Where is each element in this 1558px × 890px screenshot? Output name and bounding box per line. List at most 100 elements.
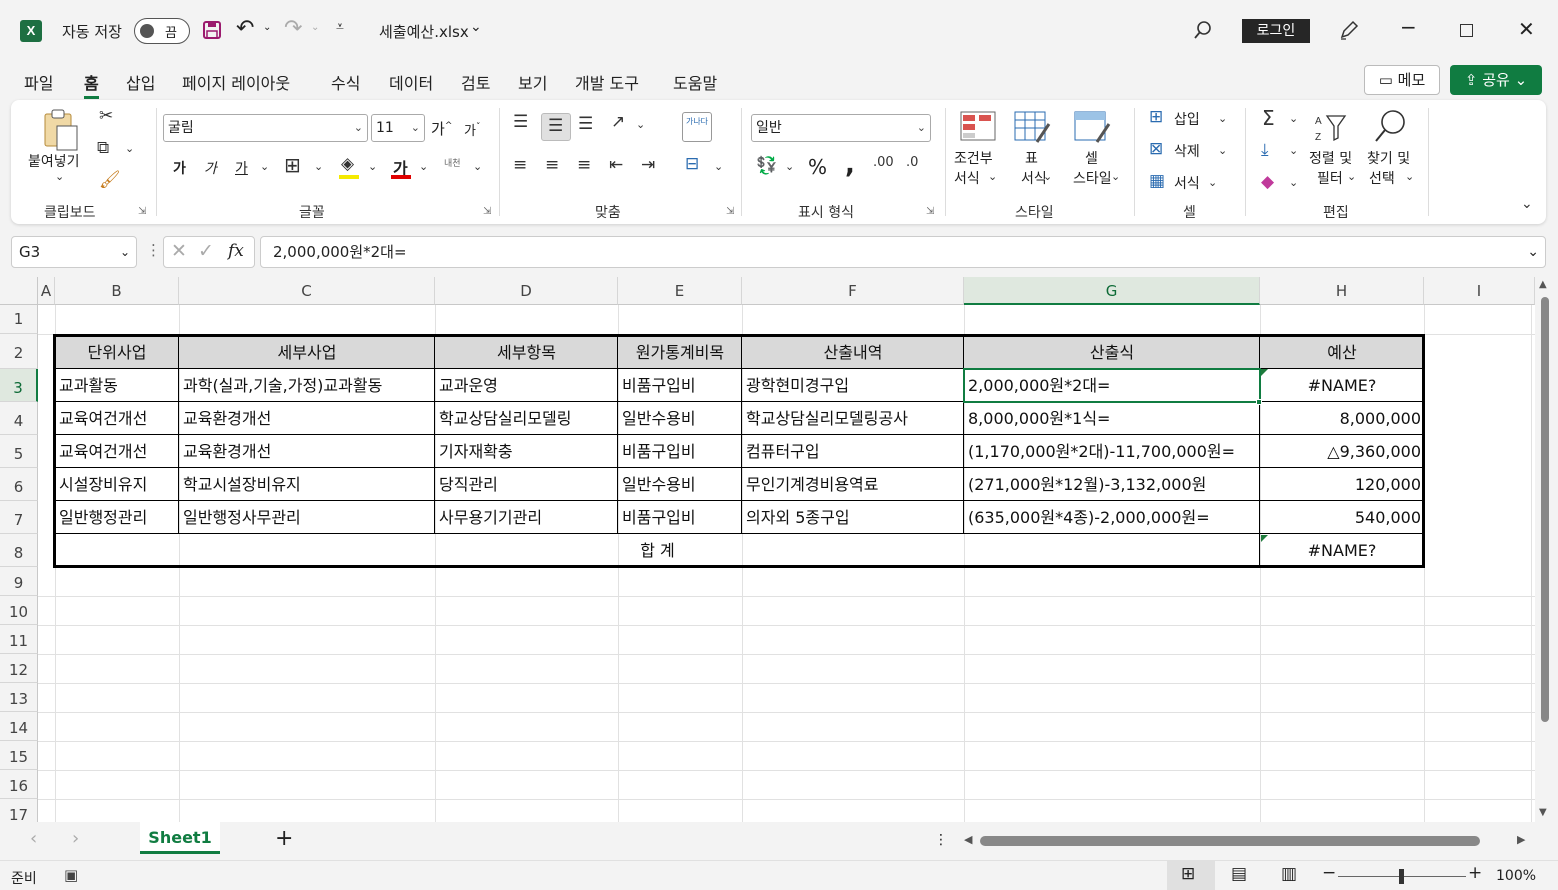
- font-color-dropdown-icon[interactable]: ⌄: [419, 160, 428, 173]
- table-cell[interactable]: 당직관리: [435, 468, 618, 501]
- conditional-formatting-icon[interactable]: [959, 110, 997, 144]
- header-cell-sub-item[interactable]: 세부항목: [435, 336, 618, 369]
- format-cells-label[interactable]: 서식: [1174, 173, 1200, 193]
- pen-icon[interactable]: [1338, 19, 1360, 41]
- clear-dropdown-icon[interactable]: ⌄: [1289, 176, 1298, 189]
- bottom-align-icon[interactable]: ☰: [578, 114, 593, 134]
- delete-dropdown-icon[interactable]: ⌄: [1218, 144, 1227, 157]
- horizontal-scrollbar[interactable]: ◀ ▶: [962, 832, 1532, 850]
- vertical-scroll-thumb[interactable]: [1541, 297, 1549, 722]
- row-header-2[interactable]: 2: [0, 334, 38, 369]
- confirm-entry-icon[interactable]: ✓: [198, 240, 214, 262]
- select-all-corner[interactable]: [0, 277, 38, 305]
- table-cell[interactable]: 학교시설장비유지: [179, 468, 435, 501]
- redo-dropdown-icon[interactable]: ⌄: [311, 22, 319, 33]
- phonetic-dropdown-icon[interactable]: ⌄: [473, 160, 482, 173]
- conditional-label-1[interactable]: 조건부: [954, 148, 993, 168]
- row-header-3[interactable]: 3: [0, 369, 38, 402]
- scroll-left-icon[interactable]: ◀: [964, 833, 972, 846]
- alignment-launcher-icon[interactable]: ⇲: [726, 206, 734, 217]
- autosave-toggle[interactable]: 끔: [134, 18, 190, 44]
- table-cell[interactable]: 기자재확충: [435, 435, 618, 468]
- add-sheet-button[interactable]: +: [275, 826, 293, 851]
- middle-align-button[interactable]: ☰: [541, 113, 571, 141]
- tab-review[interactable]: 검토: [461, 70, 490, 94]
- column-header-a[interactable]: A: [38, 277, 55, 305]
- cell-styles-label-1[interactable]: 셀: [1085, 148, 1098, 168]
- merge-center-icon[interactable]: ⊟: [685, 154, 699, 174]
- table-cell[interactable]: #NAME?: [1260, 369, 1424, 402]
- macro-record-icon[interactable]: ▣: [64, 866, 78, 884]
- header-cell-budget[interactable]: 예산: [1260, 336, 1424, 369]
- table-cell[interactable]: 교육여건개선: [55, 435, 179, 468]
- next-sheet-icon[interactable]: ›: [72, 828, 79, 849]
- orientation-icon[interactable]: ↗: [611, 112, 625, 132]
- name-box[interactable]: G3 ⌄: [11, 236, 137, 268]
- font-size-select[interactable]: 11 ⌄: [371, 114, 425, 142]
- table-cell[interactable]: △9,360,000: [1260, 435, 1424, 468]
- decrease-indent-icon[interactable]: ⇤: [609, 155, 623, 175]
- row-header-1[interactable]: 1: [0, 305, 38, 334]
- row-header-16[interactable]: 16: [0, 770, 38, 799]
- tab-file[interactable]: 파일: [24, 70, 53, 94]
- tab-developer[interactable]: 개발 도구: [575, 70, 639, 94]
- shrink-font-button[interactable]: 가ˇ: [464, 120, 480, 139]
- delete-cells-label[interactable]: 삭제: [1174, 141, 1200, 161]
- login-button[interactable]: 로그인: [1242, 19, 1310, 43]
- memo-button[interactable]: ▭ 메모: [1364, 65, 1440, 95]
- error-indicator-icon[interactable]: [1261, 369, 1268, 376]
- fill-dropdown-icon[interactable]: ⌄: [368, 160, 377, 173]
- format-dropdown-icon[interactable]: ⌄: [1208, 176, 1217, 189]
- file-name[interactable]: 세출예산.xlsx: [379, 21, 469, 42]
- row-header-4[interactable]: 4: [0, 402, 38, 435]
- fill-down-icon[interactable]: ⤓: [1261, 140, 1269, 160]
- prev-sheet-icon[interactable]: ‹: [30, 828, 37, 849]
- tab-page-layout[interactable]: 페이지 레이아웃: [182, 70, 290, 94]
- header-cell-sub-project[interactable]: 세부사업: [179, 336, 435, 369]
- table-cell[interactable]: 8,000,000: [1260, 402, 1424, 435]
- undo-dropdown-icon[interactable]: ⌄: [263, 22, 271, 33]
- clipboard-launcher-icon[interactable]: ⇲: [138, 206, 146, 217]
- table-cell[interactable]: (271,000원*12월)-3,132,000원: [964, 468, 1260, 501]
- increase-decimal-icon[interactable]: .00: [873, 155, 894, 170]
- total-label-cell[interactable]: 합 계: [55, 534, 1260, 567]
- align-right-icon[interactable]: ≡: [577, 155, 591, 175]
- scroll-up-icon[interactable]: ▲: [1539, 279, 1547, 290]
- number-launcher-icon[interactable]: ⇲: [926, 206, 934, 217]
- table-format-label-1[interactable]: 표: [1025, 148, 1038, 168]
- redo-icon[interactable]: ↷: [284, 16, 302, 41]
- copy-icon[interactable]: ⧉: [97, 138, 109, 158]
- tab-help[interactable]: 도움말: [673, 70, 717, 94]
- column-header-g[interactable]: G: [964, 277, 1260, 305]
- bold-button[interactable]: 가: [173, 158, 186, 178]
- row-header-15[interactable]: 15: [0, 741, 38, 770]
- increase-indent-icon[interactable]: ⇥: [641, 155, 655, 175]
- page-break-view-icon[interactable]: ▥: [1281, 864, 1297, 884]
- table-cell[interactable]: 120,000: [1260, 468, 1424, 501]
- table-cell[interactable]: 학교상담실리모델링공사: [742, 402, 964, 435]
- column-header-f[interactable]: F: [742, 277, 964, 305]
- cell-styles-label-2[interactable]: 스타일: [1073, 168, 1112, 188]
- insert-cells-label[interactable]: 삽입: [1174, 109, 1200, 129]
- normal-view-button[interactable]: ⊞: [1167, 861, 1215, 890]
- column-header-e[interactable]: E: [618, 277, 742, 305]
- table-cell[interactable]: (1,170,000원*2대)-11,700,000원=: [964, 435, 1260, 468]
- table-cell[interactable]: 교과활동: [55, 369, 179, 402]
- table-cell[interactable]: 컴퓨터구입: [742, 435, 964, 468]
- table-cell[interactable]: (635,000원*4종)-2,000,000원=: [964, 501, 1260, 534]
- table-cell[interactable]: 무인기계경비용역료: [742, 468, 964, 501]
- find-select-label-1[interactable]: 찾기 및: [1367, 148, 1410, 168]
- column-header-d[interactable]: D: [435, 277, 618, 305]
- clear-icon[interactable]: ◆: [1261, 172, 1274, 192]
- filename-chevron-icon[interactable]: ⌄: [470, 19, 482, 35]
- font-name-select[interactable]: 굴림 ⌄: [163, 114, 368, 142]
- table-cell[interactable]: 교과운영: [435, 369, 618, 402]
- minimize-icon[interactable]: −: [1400, 15, 1417, 39]
- sort-filter-label-2[interactable]: 필터: [1317, 168, 1343, 188]
- wrap-text-button[interactable]: 가나다: [682, 112, 712, 142]
- align-center-icon[interactable]: ≡: [545, 155, 559, 175]
- row-header-13[interactable]: 13: [0, 683, 38, 712]
- insert-dropdown-icon[interactable]: ⌄: [1218, 112, 1227, 125]
- phonetic-button[interactable]: 내천: [444, 156, 461, 169]
- scroll-down-icon[interactable]: ▼: [1539, 807, 1547, 818]
